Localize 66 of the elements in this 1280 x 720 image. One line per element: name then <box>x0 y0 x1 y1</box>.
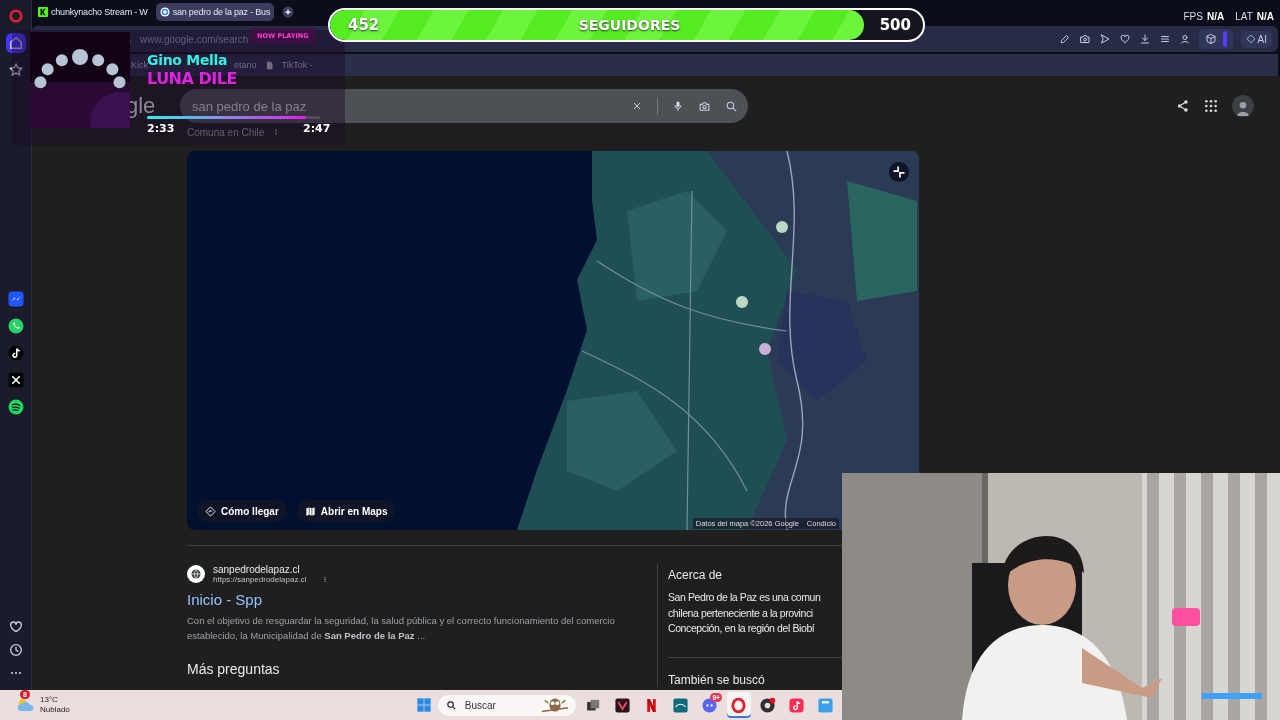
profile-icon[interactable] <box>1178 33 1191 45</box>
section-heading: Más preguntas <box>187 661 281 677</box>
description-text: San Pedro de la Paz es una comun <box>668 590 822 605</box>
stat-label: FPS <box>1183 11 1203 22</box>
description-text: chilena perteneciente a la provinci <box>668 605 814 621</box>
goal-label: SEGUIDORES <box>578 17 681 33</box>
ring-logo-icon <box>730 696 748 714</box>
divider <box>657 97 658 115</box>
chat-app-icon <box>701 696 719 714</box>
camera-icon[interactable] <box>1078 33 1091 45</box>
site-name: sanpedrodelapaz.cl <box>213 564 301 575</box>
heart-icon[interactable] <box>1118 33 1131 45</box>
browser-tab[interactable]: san pedro de la paz - Bus <box>155 3 275 21</box>
stat-label: LAT <box>1235 11 1253 22</box>
goal-count: 500 <box>879 16 911 34</box>
camera-search-icon[interactable] <box>698 99 711 113</box>
site-url: https://sanpedrodelapaz.cl <box>213 575 307 584</box>
diamond-icon <box>1245 34 1256 44</box>
download-icon[interactable] <box>1138 33 1151 45</box>
send-icon[interactable] <box>1098 33 1111 45</box>
start-icon[interactable] <box>415 697 432 713</box>
silhouette-icon <box>1235 99 1251 117</box>
x-icon[interactable] <box>5 370 26 390</box>
description-text: Concepción, en la región del Biobí <box>668 621 816 636</box>
elapsed-time: 2:33 <box>147 122 175 135</box>
ring-logo-button[interactable] <box>726 692 751 718</box>
panel-heading: Acerca de <box>668 568 724 582</box>
cube-icon[interactable] <box>1204 33 1217 45</box>
share-icon[interactable] <box>1176 99 1190 113</box>
stat-value: N/A <box>1206 11 1225 22</box>
edit-icon[interactable] <box>1058 33 1071 45</box>
stat-value: N/A <box>1256 11 1274 22</box>
menu-icon[interactable] <box>1158 33 1171 45</box>
home-icon[interactable] <box>5 33 26 53</box>
music-note-icon <box>788 696 806 714</box>
owl-icon <box>539 696 570 714</box>
weather-condition[interactable]: Nublado <box>40 705 70 715</box>
search-input[interactable]: Buscar <box>462 698 527 712</box>
result-title-link[interactable]: Inicio - Spp <box>187 591 263 608</box>
globe-icon <box>159 7 170 17</box>
panel-app-icon <box>817 696 835 714</box>
panel-heading: También se buscó <box>668 672 766 687</box>
artist-name: Gino Mella <box>147 52 228 68</box>
search-icon[interactable] <box>725 99 738 113</box>
search-bar[interactable]: Buscar <box>436 693 577 717</box>
result-snippet: Con el objetivo de resguardar la seguridad, la salud pública y el correcto funcionamiento del comercio establecido, la Municipalidad de San Pedro de la Paz ... <box>187 614 616 643</box>
accent-bar <box>1222 31 1227 47</box>
search-icon <box>445 699 457 711</box>
avatar[interactable] <box>1232 95 1254 117</box>
v-logo-icon <box>614 696 632 714</box>
page-icon <box>264 59 274 71</box>
ai-button[interactable]: AI <box>1240 30 1272 48</box>
song-title: LUNA DILE <box>147 69 237 88</box>
apps-icon[interactable] <box>1204 99 1218 113</box>
follower-count: 452 <box>348 16 380 34</box>
disc-app-icon <box>759 696 777 714</box>
close-icon[interactable] <box>631 100 643 112</box>
tile-app-icon <box>672 696 690 714</box>
k-logo-icon <box>38 7 48 17</box>
subtitle-text: Comuna en Chile <box>187 126 265 138</box>
browser-tab[interactable]: chunkynacho Stream - W <box>34 3 152 21</box>
new-tab-icon[interactable] <box>282 6 295 18</box>
more-vertical-icon[interactable] <box>322 575 329 584</box>
temperature-text[interactable]: 13°C <box>40 695 70 705</box>
microphone-icon[interactable] <box>672 99 684 113</box>
duration-time: 2:47 <box>303 122 331 135</box>
